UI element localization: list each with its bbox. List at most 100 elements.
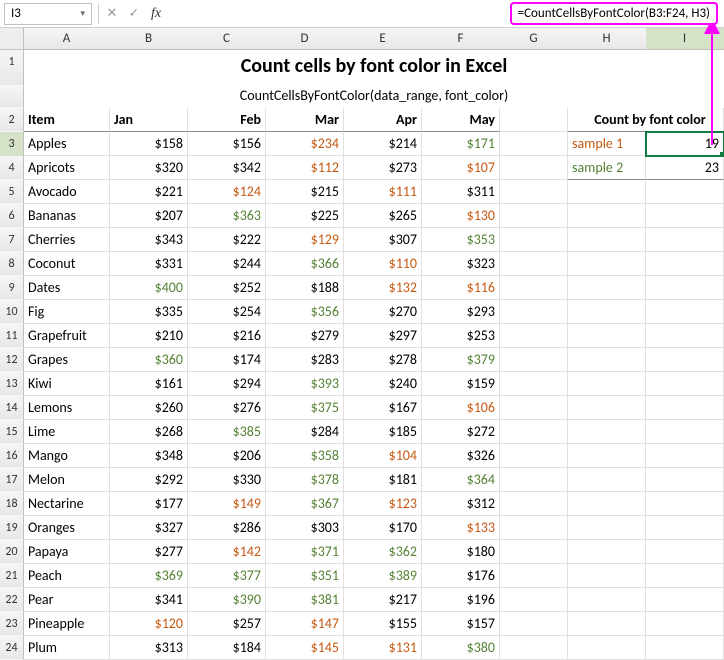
cell-value[interactable]: $353 bbox=[422, 228, 500, 252]
cell-value[interactable]: $156 bbox=[188, 132, 266, 156]
header-mar[interactable]: Mar bbox=[266, 108, 344, 132]
cell-value[interactable]: $367 bbox=[266, 492, 344, 516]
cell-value[interactable]: $222 bbox=[188, 228, 266, 252]
row-header[interactable]: 7 bbox=[0, 228, 24, 252]
cell-sample-value[interactable] bbox=[646, 252, 724, 276]
cell-value[interactable]: $327 bbox=[110, 516, 188, 540]
cell-value[interactable]: $335 bbox=[110, 300, 188, 324]
cell-item[interactable]: Pear bbox=[24, 588, 110, 612]
cell-sample-value[interactable] bbox=[646, 468, 724, 492]
col-header[interactable]: C bbox=[188, 28, 266, 49]
cell-value[interactable]: $252 bbox=[188, 276, 266, 300]
cell-sample-value[interactable] bbox=[646, 396, 724, 420]
cell-value[interactable]: $284 bbox=[266, 420, 344, 444]
row-header[interactable]: 24 bbox=[0, 636, 24, 660]
cell-value[interactable]: $294 bbox=[188, 372, 266, 396]
row-header[interactable]: 10 bbox=[0, 300, 24, 324]
cell-value[interactable]: $351 bbox=[266, 564, 344, 588]
cell-blank[interactable] bbox=[500, 348, 568, 372]
col-header[interactable]: G bbox=[500, 28, 568, 49]
cell-value[interactable]: $278 bbox=[344, 348, 422, 372]
cell-value[interactable]: $157 bbox=[422, 612, 500, 636]
cell-value[interactable]: $161 bbox=[110, 372, 188, 396]
row-header[interactable]: 13 bbox=[0, 372, 24, 396]
cell-sample-label[interactable] bbox=[568, 636, 646, 660]
row-header[interactable]: 11 bbox=[0, 324, 24, 348]
cell-value[interactable]: $188 bbox=[266, 276, 344, 300]
cell-sample-value[interactable] bbox=[646, 228, 724, 252]
cell-value[interactable]: $292 bbox=[110, 468, 188, 492]
cell-value[interactable]: $362 bbox=[344, 540, 422, 564]
cell-sample-label[interactable] bbox=[568, 444, 646, 468]
cell-item[interactable]: Bananas bbox=[24, 204, 110, 228]
row-header[interactable]: 3 bbox=[0, 132, 24, 156]
cell-sample-label[interactable] bbox=[568, 468, 646, 492]
cell-item[interactable]: Apples bbox=[24, 132, 110, 156]
cell-sample-label[interactable] bbox=[568, 420, 646, 444]
cell-value[interactable]: $389 bbox=[344, 564, 422, 588]
cell-sample-label[interactable] bbox=[568, 588, 646, 612]
row-header[interactable]: 17 bbox=[0, 468, 24, 492]
cell-value[interactable]: $133 bbox=[422, 516, 500, 540]
cell-blank[interactable] bbox=[500, 396, 568, 420]
row-header[interactable]: 8 bbox=[0, 252, 24, 276]
cell-value[interactable]: $378 bbox=[266, 468, 344, 492]
cell-value[interactable]: $331 bbox=[110, 252, 188, 276]
cell-value[interactable]: $107 bbox=[422, 156, 500, 180]
cell-value[interactable]: $393 bbox=[266, 372, 344, 396]
cell-value[interactable]: $158 bbox=[110, 132, 188, 156]
cell-value[interactable]: $176 bbox=[422, 564, 500, 588]
cell-value[interactable]: $277 bbox=[110, 540, 188, 564]
row-header[interactable]: 21 bbox=[0, 564, 24, 588]
fill-handle[interactable] bbox=[720, 152, 724, 156]
header-jan[interactable]: Jan bbox=[110, 108, 188, 132]
col-header[interactable]: H bbox=[568, 28, 646, 49]
cell-value[interactable]: $221 bbox=[110, 180, 188, 204]
cell-item[interactable]: Plum bbox=[24, 636, 110, 660]
row-header[interactable]: 2 bbox=[0, 108, 24, 132]
row-header[interactable]: 22 bbox=[0, 588, 24, 612]
cell-item[interactable]: Grapefruit bbox=[24, 324, 110, 348]
cell-blank[interactable] bbox=[500, 444, 568, 468]
cell-sample-value[interactable] bbox=[646, 372, 724, 396]
row-header[interactable]: 18 bbox=[0, 492, 24, 516]
col-header[interactable]: D bbox=[266, 28, 344, 49]
cell-value[interactable]: $286 bbox=[188, 516, 266, 540]
cell-value[interactable]: $400 bbox=[110, 276, 188, 300]
cell-sample-label[interactable] bbox=[568, 228, 646, 252]
cell-blank[interactable] bbox=[500, 540, 568, 564]
cell-item[interactable]: Pineapple bbox=[24, 612, 110, 636]
cell-value[interactable]: $244 bbox=[188, 252, 266, 276]
cell-sample-value[interactable]: 23 bbox=[646, 156, 724, 180]
cell-value[interactable]: $366 bbox=[266, 252, 344, 276]
cell-value[interactable]: $155 bbox=[344, 612, 422, 636]
cell-value[interactable]: $142 bbox=[188, 540, 266, 564]
cell-value[interactable]: $171 bbox=[422, 132, 500, 156]
cell-blank[interactable] bbox=[500, 132, 568, 156]
cell-value[interactable]: $342 bbox=[188, 156, 266, 180]
cell-item[interactable]: Coconut bbox=[24, 252, 110, 276]
cell-blank[interactable] bbox=[500, 228, 568, 252]
cell-item[interactable]: Lime bbox=[24, 420, 110, 444]
cell-sample-value[interactable] bbox=[646, 588, 724, 612]
cell-value[interactable]: $196 bbox=[422, 588, 500, 612]
cell-blank[interactable] bbox=[500, 276, 568, 300]
cell-value[interactable]: $364 bbox=[422, 468, 500, 492]
cell-item[interactable]: Grapes bbox=[24, 348, 110, 372]
cell-value[interactable]: $385 bbox=[188, 420, 266, 444]
cell-value[interactable]: $180 bbox=[422, 540, 500, 564]
cell-item[interactable]: Nectarine bbox=[24, 492, 110, 516]
side-header-2[interactable]: Count by font color bbox=[646, 108, 724, 132]
row-header[interactable]: 23 bbox=[0, 612, 24, 636]
cell-value[interactable]: $283 bbox=[266, 348, 344, 372]
row-header[interactable]: 16 bbox=[0, 444, 24, 468]
cell-item[interactable]: Cherries bbox=[24, 228, 110, 252]
row-header[interactable]: 6 bbox=[0, 204, 24, 228]
cell-blank[interactable] bbox=[500, 300, 568, 324]
cell-item[interactable]: Kiwi bbox=[24, 372, 110, 396]
cell-item[interactable]: Papaya bbox=[24, 540, 110, 564]
cell-value[interactable]: $185 bbox=[344, 420, 422, 444]
header-feb[interactable]: Feb bbox=[188, 108, 266, 132]
cell-item[interactable]: Fig bbox=[24, 300, 110, 324]
row-header[interactable]: 12 bbox=[0, 348, 24, 372]
